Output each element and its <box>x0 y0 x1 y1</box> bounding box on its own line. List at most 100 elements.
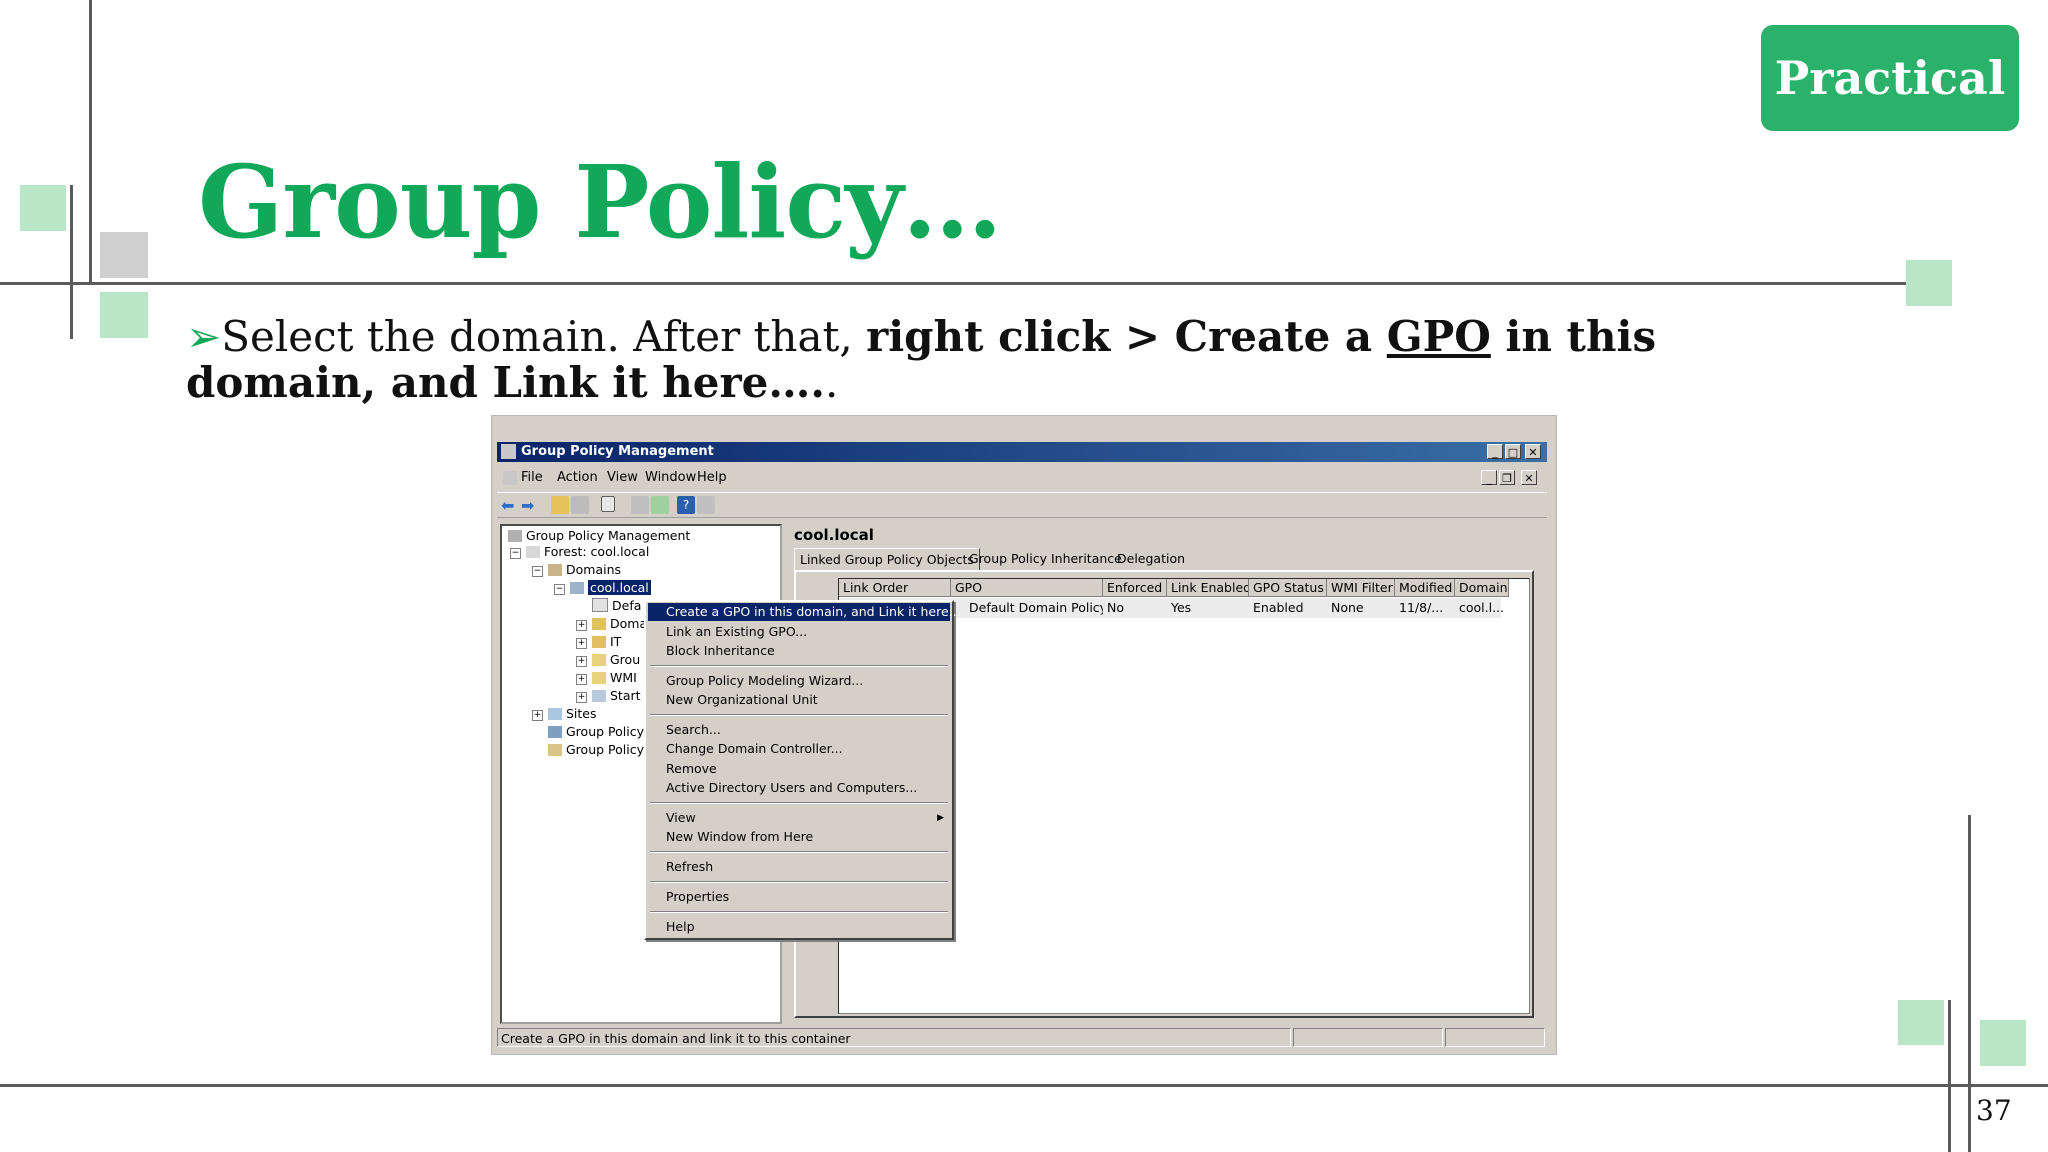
column-header-enforced[interactable]: Enforced <box>1103 579 1167 597</box>
menu-item-create-gpo[interactable]: Create a GPO in this domain, and Link it… <box>648 603 961 621</box>
tree-item-gp-results[interactable]: Group Policy <box>548 742 644 757</box>
show-hide-tree-icon[interactable] <box>571 496 589 514</box>
minimize-button[interactable]: _ <box>1487 444 1503 459</box>
cell-wmi-filter: None <box>1331 600 1364 615</box>
expand-icon[interactable]: + <box>576 620 587 631</box>
expand-icon[interactable]: + <box>576 638 587 649</box>
expand-icon[interactable]: + <box>576 692 587 703</box>
column-header-gpo-status[interactable]: GPO Status <box>1249 579 1327 597</box>
gpo-link-icon <box>592 598 608 612</box>
decor-square <box>100 292 148 338</box>
folder-icon <box>592 690 606 702</box>
delete-icon[interactable] <box>601 496 615 512</box>
expand-icon[interactable]: + <box>532 710 543 721</box>
child-close-button[interactable]: ✕ <box>1521 470 1537 485</box>
menu-separator <box>650 851 948 853</box>
close-button[interactable]: ✕ <box>1525 444 1541 459</box>
tab-delegation[interactable]: Delegation <box>1112 548 1190 570</box>
slide-title: Group Policy… <box>198 143 1002 261</box>
maximize-button[interactable]: □ <box>1505 444 1521 459</box>
ou-icon <box>592 636 606 648</box>
collapse-icon[interactable]: − <box>532 566 543 577</box>
tree-item-cool-local[interactable]: cool.local <box>570 580 651 595</box>
menu-file[interactable]: File <box>521 470 543 485</box>
tree-item-sites[interactable]: Sites <box>548 706 597 721</box>
bullet-tail: . <box>824 358 839 407</box>
child-minimize-button[interactable]: _ <box>1481 470 1497 485</box>
tree-item-gpm[interactable]: Group Policy Management <box>508 528 690 543</box>
help-icon[interactable]: ? <box>677 496 695 514</box>
column-header-modified[interactable]: Modified <box>1395 579 1455 597</box>
menu-separator <box>650 881 948 883</box>
modeling-icon <box>548 726 562 738</box>
console-icon[interactable] <box>697 496 715 514</box>
tab-inheritance[interactable]: Group Policy Inheritance <box>964 548 1127 570</box>
menu-action[interactable]: Action <box>557 470 598 485</box>
decor-square <box>1898 1000 1944 1045</box>
tree-item-it[interactable]: IT <box>592 634 621 649</box>
doc-icon <box>503 471 517 485</box>
menu-item-search[interactable]: Search... <box>648 721 950 739</box>
menu-item-help[interactable]: Help <box>648 918 950 936</box>
app-icon <box>501 444 516 459</box>
tree-item-wmi-filters[interactable]: WMI <box>592 670 637 685</box>
tree-item-forest[interactable]: Forest: cool.local <box>526 544 649 559</box>
menu-help[interactable]: Help <box>697 470 727 485</box>
menu-window[interactable]: Window <box>645 470 696 485</box>
context-menu: Create a GPO in this domain, and Link it… <box>644 600 961 940</box>
tab-linked-gpos[interactable]: Linked Group Policy Objects <box>794 548 980 571</box>
decor-square <box>100 232 148 278</box>
submenu-arrow-icon: ▶ <box>937 813 944 823</box>
tree-item-domain-controllers[interactable]: Doma <box>592 616 647 631</box>
decor-line-bottom <box>0 1084 2048 1087</box>
expand-icon[interactable]: + <box>576 674 587 685</box>
sites-icon <box>548 708 562 720</box>
status-text: Create a GPO in this domain and link it … <box>497 1028 1291 1047</box>
column-header-link-order[interactable]: Link Order <box>839 579 951 597</box>
menu-item-properties[interactable]: Properties <box>648 888 950 906</box>
cell-gpo[interactable]: Default Domain Policy <box>965 599 1103 617</box>
collapse-icon[interactable]: − <box>510 548 521 559</box>
details-title: cool.local <box>794 526 874 544</box>
back-icon[interactable]: ⬅ <box>501 496 519 515</box>
column-header-wmi-filter[interactable]: WMI Filter <box>1327 579 1395 597</box>
properties-icon[interactable] <box>631 496 649 514</box>
menu-item-modeling-wizard[interactable]: Group Policy Modeling Wizard... <box>648 672 950 690</box>
status-cell-2 <box>1293 1028 1443 1047</box>
menu-view[interactable]: View <box>607 470 638 485</box>
column-header-gpo[interactable]: GPO <box>951 579 1103 597</box>
cell-domain: cool.l... <box>1459 600 1505 615</box>
column-header-domain[interactable]: Domain <box>1455 579 1509 597</box>
folder-icon <box>592 672 606 684</box>
menu-item-link-existing-gpo[interactable]: Link an Existing GPO... <box>648 623 950 641</box>
menu-item-remove[interactable]: Remove <box>648 760 950 778</box>
decor-line-right <box>1968 815 1971 1152</box>
menu-item-change-dc[interactable]: Change Domain Controller... <box>648 740 950 758</box>
folder-icon <box>592 654 606 666</box>
child-restore-button[interactable]: ❐ <box>1499 470 1515 485</box>
tree-item-default-policy[interactable]: Defa <box>592 598 641 613</box>
up-folder-icon[interactable] <box>551 496 569 514</box>
cell-link-enabled: Yes <box>1171 600 1192 615</box>
menu-item-block-inheritance[interactable]: Block Inheritance <box>648 642 950 660</box>
page-number: 37 <box>1976 1094 2012 1127</box>
menu-item-new-ou[interactable]: New Organizational Unit <box>648 691 950 709</box>
decor-square <box>1980 1020 2026 1066</box>
forward-icon[interactable]: ➡ <box>521 496 539 515</box>
tree-item-starter-gpos[interactable]: Start <box>592 688 641 703</box>
menu-item-refresh[interactable]: Refresh <box>648 858 950 876</box>
menu-item-view[interactable]: View ▶ <box>648 809 950 827</box>
refresh-icon[interactable] <box>651 496 669 514</box>
bullet-text: ➢Select the domain. After that, right cl… <box>186 314 1826 406</box>
column-header-link-enabled[interactable]: Link Enabled <box>1167 579 1249 597</box>
menu-item-aduc[interactable]: Active Directory Users and Computers... <box>648 779 950 797</box>
bullet-marker: ➢ <box>186 312 222 361</box>
collapse-icon[interactable]: − <box>554 584 565 595</box>
status-cell-3 <box>1445 1028 1545 1047</box>
expand-icon[interactable]: + <box>576 656 587 667</box>
tree-item-gp-modeling[interactable]: Group Policy <box>548 724 644 739</box>
tree-item-domains[interactable]: Domains <box>548 562 621 577</box>
menu-item-new-window[interactable]: New Window from Here <box>648 828 950 846</box>
tree-item-group-policy-objects[interactable]: Grou <box>592 652 640 667</box>
forest-icon <box>526 546 540 558</box>
